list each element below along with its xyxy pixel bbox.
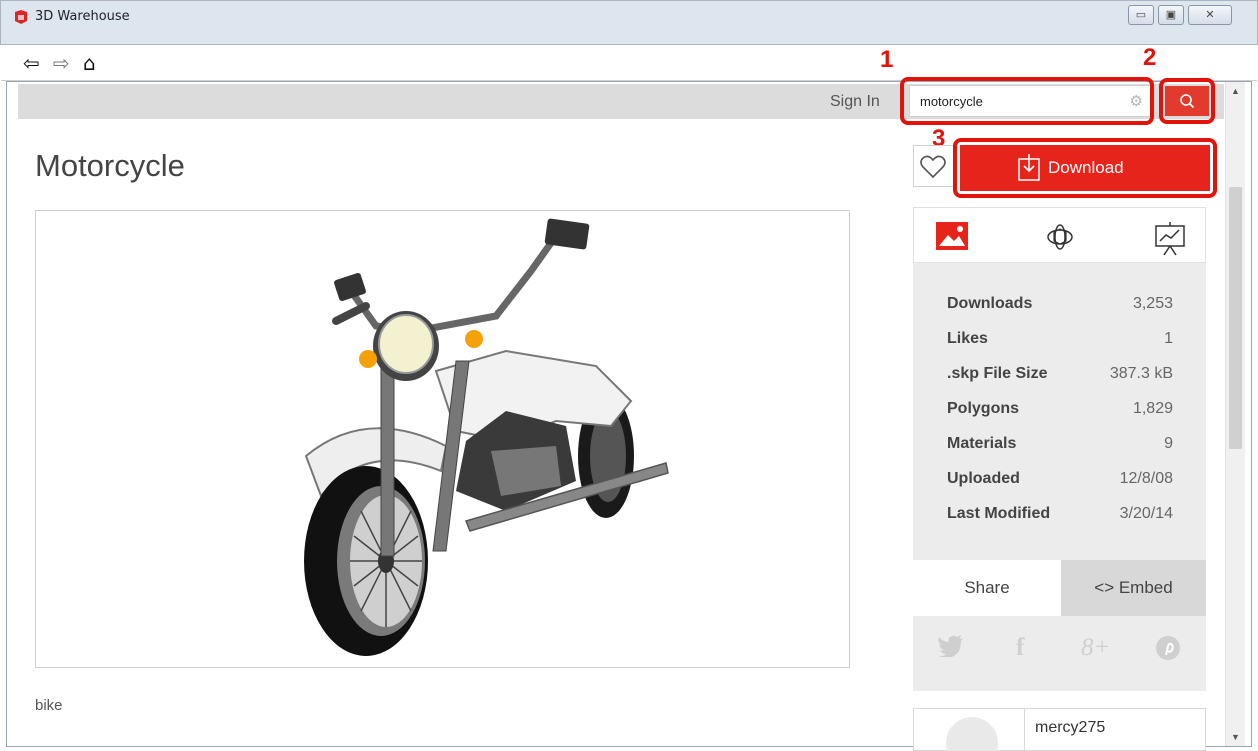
stat-value: 9: [1164, 435, 1173, 452]
scroll-down-icon[interactable]: ▼: [1226, 728, 1245, 746]
restore-icon: ▣: [1165, 9, 1177, 21]
model-stats: Downloads 3,253 Likes 1 .skp File Size 387.…: [947, 295, 1173, 540]
view-tabs: [913, 207, 1206, 263]
image-view-icon: [936, 222, 968, 250]
twitter-icon[interactable]: [938, 635, 964, 664]
close-button[interactable]: ✕: [1188, 5, 1232, 25]
google-plus-icon[interactable]: 8+: [1081, 634, 1110, 662]
annotation-box-2: [1159, 78, 1215, 124]
stat-row: .skp File Size 387.3 kB: [947, 365, 1173, 400]
stat-row: Uploaded 12/8/08: [947, 470, 1173, 505]
pinterest-icon[interactable]: [1155, 635, 1181, 668]
minimize-button[interactable]: ▭: [1128, 5, 1154, 25]
stat-label: Likes: [947, 330, 988, 347]
presentation-icon: [1155, 222, 1185, 256]
forward-arrow-icon[interactable]: ⇨: [53, 52, 70, 74]
stat-value: 12/8/08: [1119, 470, 1173, 487]
stat-value: 3/20/14: [1119, 505, 1173, 522]
avatar: [946, 717, 998, 751]
annotation-number-2: 2: [1143, 44, 1157, 71]
stat-label: Downloads: [947, 295, 1033, 312]
stat-label: Uploaded: [947, 470, 1020, 487]
3d-view-icon: [1047, 224, 1073, 250]
stat-label: Polygons: [947, 400, 1020, 417]
close-icon: ✕: [1205, 9, 1215, 21]
back-arrow-icon[interactable]: ⇦: [23, 52, 40, 74]
stat-value: 1,829: [1132, 400, 1173, 417]
model-info-panel: Downloads 3,253 Likes 1 .skp File Size 387.…: [913, 207, 1206, 691]
home-icon[interactable]: ⌂: [83, 52, 96, 74]
download-button[interactable]: Download: [960, 145, 1210, 191]
annotation-box-1: [900, 77, 1154, 125]
stat-row: Materials 9: [947, 435, 1173, 470]
scrollbar-thumb[interactable]: [1229, 187, 1242, 449]
heart-icon: [920, 155, 946, 179]
tab-3d-view[interactable]: [1045, 222, 1075, 252]
tab-share[interactable]: Share: [913, 560, 1061, 616]
stat-row: Downloads 3,253: [947, 295, 1173, 330]
stat-value: 387.3 kB: [1109, 365, 1173, 382]
model-preview[interactable]: [35, 210, 850, 668]
sign-in-link[interactable]: Sign In: [830, 93, 880, 111]
stat-label: .skp File Size: [947, 365, 1048, 382]
browser-navbar: ⇦ ⇨ ⌂: [1, 45, 1257, 81]
stat-label: Materials: [947, 435, 1017, 452]
tab-image-view[interactable]: [936, 222, 968, 252]
stat-row: Polygons 1,829: [947, 400, 1173, 435]
window-titlebar: 3D Warehouse ▭ ▣ ✕: [0, 0, 1258, 45]
author-card[interactable]: mercy275: [913, 708, 1206, 751]
share-tabs: Share <> Embed: [913, 560, 1206, 616]
scrollbar[interactable]: ▲ ▼: [1225, 82, 1245, 746]
stat-value: 3,253: [1132, 295, 1173, 312]
stat-row: Last Modified 3/20/14: [947, 505, 1173, 540]
divider: [1024, 709, 1025, 751]
author-name[interactable]: mercy275: [1035, 719, 1105, 737]
restore-button[interactable]: ▣: [1158, 5, 1184, 25]
like-button[interactable]: [913, 145, 955, 187]
scroll-up-icon[interactable]: ▲: [1226, 82, 1245, 100]
window-title: 3D Warehouse: [35, 9, 130, 24]
facebook-icon[interactable]: f: [1016, 634, 1024, 662]
stat-label: Last Modified: [947, 505, 1051, 522]
download-label: Download: [1048, 158, 1124, 177]
stat-row: Likes 1: [947, 330, 1173, 365]
model-tag[interactable]: bike: [35, 697, 63, 714]
tab-presentation[interactable]: [1153, 222, 1185, 256]
page-title: Motorcycle: [35, 148, 185, 183]
sketchup-logo-icon: [15, 10, 27, 24]
annotation-number-1: 1: [880, 46, 894, 73]
minimize-icon: ▭: [1135, 9, 1147, 21]
tab-embed[interactable]: <> Embed: [1061, 560, 1206, 616]
stat-value: 1: [1164, 330, 1173, 347]
download-icon: [1018, 154, 1040, 181]
motorcycle-image: [304, 218, 669, 656]
